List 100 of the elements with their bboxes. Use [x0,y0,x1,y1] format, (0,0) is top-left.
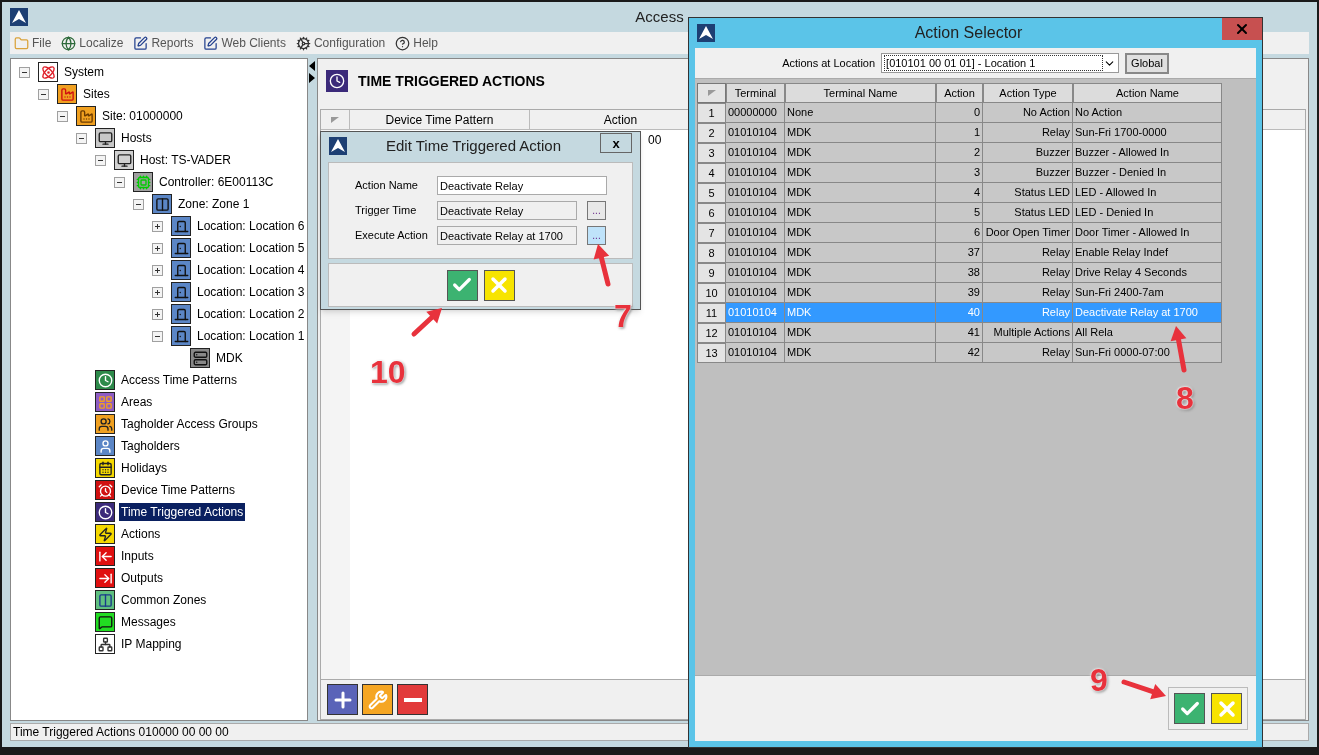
expander-toggle[interactable] [114,176,125,188]
expander-toggle[interactable] [152,330,163,342]
message-display-icon [95,612,115,632]
tree-item[interactable]: Common Zones [119,591,209,609]
tree-item[interactable]: Hosts [119,129,154,147]
remove-button[interactable] [397,684,428,715]
table-row[interactable]: 10 01010104 MDK 39 Relay Sun-Fri 2400-7am [697,283,1222,303]
tree-item[interactable]: Location: Location 4 [195,261,307,279]
row-number: 13 [697,343,726,363]
menu-item[interactable]: File [14,34,52,52]
table-row[interactable]: 2 01010104 MDK 1 Relay Sun-Fri 1700-0000 [697,123,1222,143]
tree-item[interactable]: System [62,63,106,81]
global-button[interactable]: Global [1125,52,1169,74]
table-row[interactable]: 8 01010104 MDK 37 Relay Enable Relay Indef [697,243,1222,263]
expander-toggle[interactable] [19,66,30,78]
tree-item[interactable]: Device Time Patterns [119,481,238,499]
tree-item[interactable]: Access Time Patterns [119,371,240,389]
tree-item[interactable]: Holidays [119,459,170,477]
tree-item[interactable]: Tagholder Access Groups [119,415,260,433]
column-header[interactable]: Device Time Pattern [350,110,530,129]
clock-icon [326,70,348,92]
cancel-button[interactable] [483,269,515,301]
confirm-button[interactable] [446,269,478,301]
row-number: 1 [697,103,726,123]
output-arrows-icon [95,568,115,588]
expander-toggle[interactable] [152,264,163,276]
tree-item[interactable]: Tagholders [119,437,182,455]
people-icon [95,414,115,434]
tree-item[interactable]: Host: TS-VADER [138,151,233,169]
table-row[interactable]: 5 01010104 MDK 4 Status LED LED - Allowed In [697,183,1222,203]
edit-button[interactable] [362,684,393,715]
menu-item[interactable]: Reports [133,34,194,52]
table-row[interactable]: 11 01010104 MDK 40 Relay Deactivate Relay at 1700 [697,303,1222,323]
add-button[interactable] [327,684,358,715]
location-dropdown[interactable]: [010101 00 01 01] - Location 1 [881,53,1120,73]
browse-button[interactable]: ... [587,201,606,220]
close-button[interactable]: x [600,133,632,153]
confirm-button[interactable] [1174,693,1205,724]
tree-item[interactable]: Sites [81,85,112,103]
tree-item[interactable]: MDK [214,349,245,367]
table-row[interactable]: 7 01010104 MDK 6 Door Open Timer Door Timer - Allowed In [697,223,1222,243]
column-header[interactable]: Terminal [726,83,785,103]
tree-item[interactable]: Location: Location 2 [195,305,307,323]
areas-icon [95,392,115,412]
row-number: 8 [697,243,726,263]
expander-toggle[interactable] [57,110,68,122]
column-header[interactable]: Action [936,83,983,103]
row-number: 11 [697,303,726,323]
expander-toggle[interactable] [152,220,163,232]
tree-item[interactable]: Zone: Zone 1 [176,195,252,213]
tree-item[interactable]: IP Mapping [119,635,184,653]
expander-toggle[interactable] [133,198,144,210]
expander-toggle[interactable] [76,132,87,144]
text-field[interactable]: Deactivate Relay at 1700 [437,226,577,245]
tree-item[interactable]: Areas [119,393,155,411]
expander-toggle[interactable] [152,308,163,320]
table-cell: Sun-Fri 0000-07:00 [1073,343,1222,363]
table-row[interactable]: 6 01010104 MDK 5 Status LED LED - Denied In [697,203,1222,223]
table-row[interactable]: 9 01010104 MDK 38 Relay Drive Relay 4 Seconds [697,263,1222,283]
table-row[interactable]: 12 01010104 MDK 41 Multiple Actions All Rela [697,323,1222,343]
menu-item[interactable]: Web Clients [203,34,286,52]
menu-item[interactable]: Help [395,34,438,52]
tree-item[interactable]: Actions [119,525,163,543]
expander-toggle[interactable] [95,154,106,166]
table-row[interactable]: 4 01010104 MDK 3 Buzzer Buzzer - Denied In [697,163,1222,183]
browse-button[interactable]: ... [587,226,606,245]
tree-item[interactable]: Controller: 6E00113C [157,173,276,191]
table-row[interactable]: 13 01010104 MDK 42 Relay Sun-Fri 0000-07:00 [697,343,1222,363]
column-header[interactable]: Action Type [983,83,1073,103]
tree-item[interactable]: Outputs [119,569,166,587]
column-menu-button[interactable] [697,83,726,103]
table-row[interactable]: 1 00000000 None 0 No Action No Action [697,103,1222,123]
door-icon [171,282,191,302]
row-number: 6 [697,203,726,223]
table-row[interactable]: 3 01010104 MDK 2 Buzzer Buzzer - Allowed In [697,143,1222,163]
tree-item[interactable]: Location: Location 5 [195,239,307,257]
window-title: Access [635,6,684,27]
tree-item[interactable]: Location: Location 6 [195,217,307,235]
column-header[interactable]: Terminal Name [785,83,936,103]
cancel-button[interactable] [1211,693,1242,724]
menu-item[interactable]: Configuration [295,34,386,52]
folder-icon [14,35,29,51]
tree-item[interactable]: Messages [119,613,178,631]
input-arrows-icon [95,546,115,566]
minus-icon [403,697,422,702]
close-button[interactable] [1222,18,1262,40]
expander-toggle[interactable] [38,88,49,100]
menu-item[interactable]: Localize [61,34,124,52]
tree-item[interactable]: Time Triggered Actions [119,503,246,521]
text-field[interactable]: Deactivate Relay [437,176,607,195]
pointer-arrow [411,308,442,337]
tree-item[interactable]: Location: Location 3 [195,283,307,301]
column-header[interactable]: Action Name [1073,83,1222,103]
tree-item[interactable]: Location: Location 1 [195,327,307,345]
expander-toggle[interactable] [152,242,163,254]
expander-toggle[interactable] [152,286,163,298]
help-icon [395,35,411,51]
tree-item[interactable]: Site: 01000000 [100,107,185,125]
text-field[interactable]: Deactivate Relay [437,201,577,220]
tree-item[interactable]: Inputs [119,547,156,565]
